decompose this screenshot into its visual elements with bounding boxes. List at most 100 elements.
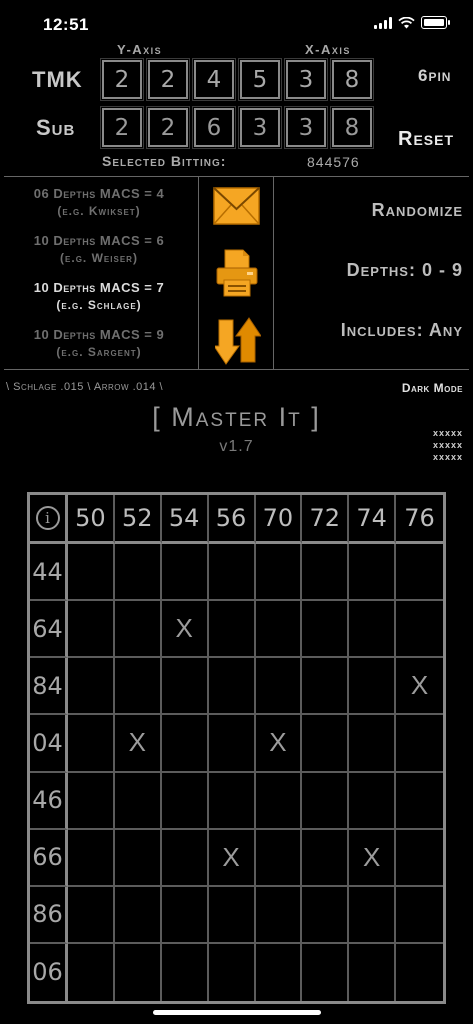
- tmk-cell-3[interactable]: 4: [192, 58, 236, 101]
- grid-cell[interactable]: [302, 658, 350, 716]
- grid-row-header: 84: [30, 658, 68, 716]
- grid-cell[interactable]: [396, 773, 443, 830]
- randomize-button[interactable]: Randomize: [372, 200, 463, 221]
- sub-cell-1[interactable]: 2: [100, 106, 144, 149]
- grid-cell[interactable]: [68, 943, 115, 1001]
- dark-mode-toggle[interactable]: Dark Mode: [402, 381, 463, 395]
- grid-cell-marked[interactable]: X: [161, 601, 209, 659]
- tmk-cell-5[interactable]: 3: [284, 58, 328, 101]
- grid-cell[interactable]: [396, 830, 443, 887]
- grid-cell[interactable]: [161, 544, 209, 602]
- grid-cell[interactable]: [349, 715, 397, 773]
- includes-button[interactable]: Includes: Any: [341, 320, 463, 341]
- grid-column-header: 54: [161, 495, 209, 544]
- grid-cell-marked[interactable]: X: [208, 829, 256, 887]
- grid-cell-marked[interactable]: X: [114, 715, 162, 773]
- grid-cell[interactable]: [396, 544, 443, 602]
- grid-cell[interactable]: [208, 544, 256, 602]
- grid-cell[interactable]: [349, 601, 397, 659]
- grid-cell[interactable]: [208, 772, 256, 830]
- option-schlage[interactable]: 10 Depths MACS = 7 (e.g. Schlage): [0, 280, 198, 312]
- home-indicator[interactable]: [153, 1010, 321, 1015]
- grid-row-header: 06: [30, 943, 68, 1001]
- grid-cell[interactable]: [68, 772, 115, 830]
- grid-cell[interactable]: [68, 829, 115, 887]
- grid-cell[interactable]: [302, 829, 350, 887]
- grid-cell[interactable]: [161, 658, 209, 716]
- sub-cell-2[interactable]: 2: [146, 106, 190, 149]
- grid-cell-marked[interactable]: X: [255, 715, 303, 773]
- grid-cell[interactable]: [68, 601, 115, 659]
- xxxxx-line-2: xxxxx: [432, 440, 463, 450]
- grid-cell[interactable]: [302, 943, 350, 1001]
- grid-cell[interactable]: [68, 658, 115, 716]
- printer-icon[interactable]: [215, 248, 259, 298]
- pin-count-button[interactable]: 6pin: [418, 66, 451, 86]
- grid-row-header: 44: [30, 544, 68, 602]
- grid-cell[interactable]: [255, 601, 303, 659]
- x-axis-label: X-Axis: [305, 42, 351, 57]
- grid-cell[interactable]: [114, 601, 162, 659]
- grid-cell[interactable]: [115, 943, 162, 1001]
- grid-cell[interactable]: [161, 715, 209, 773]
- reset-button[interactable]: Reset: [398, 128, 454, 151]
- grid-cell[interactable]: [68, 886, 115, 944]
- grid-cell[interactable]: [208, 886, 256, 944]
- tmk-cell-1[interactable]: 2: [100, 58, 144, 101]
- grid-cell-marked[interactable]: X: [396, 658, 443, 716]
- grid-cell[interactable]: [114, 772, 162, 830]
- grid-cell[interactable]: [255, 829, 303, 887]
- grid-cell[interactable]: [255, 544, 303, 602]
- grid-cell[interactable]: [161, 772, 209, 830]
- sub-cell-5[interactable]: 3: [284, 106, 328, 149]
- envelope-icon[interactable]: [213, 186, 260, 226]
- grid-cell[interactable]: [256, 943, 303, 1001]
- grid-cell[interactable]: [68, 544, 115, 602]
- option-kwikset[interactable]: 06 Depths MACS = 4 (e.g. Kwikset): [0, 186, 198, 218]
- tmk-cell-6[interactable]: 8: [330, 58, 374, 101]
- sub-cell-3[interactable]: 6: [192, 106, 236, 149]
- grid-cell[interactable]: [396, 944, 443, 1001]
- grid-cell-marked[interactable]: X: [349, 829, 397, 887]
- grid-cell[interactable]: [302, 715, 350, 773]
- depths-button[interactable]: Depths: 0 - 9: [347, 260, 463, 281]
- divider-left: [198, 176, 199, 370]
- grid-cell[interactable]: [255, 658, 303, 716]
- grid-cell[interactable]: [208, 658, 256, 716]
- sub-cell-4[interactable]: 3: [238, 106, 282, 149]
- grid-cell[interactable]: [161, 886, 209, 944]
- grid-cell[interactable]: [302, 544, 350, 602]
- grid-cell[interactable]: [255, 772, 303, 830]
- grid-cell[interactable]: [114, 544, 162, 602]
- grid-cell[interactable]: [208, 715, 256, 773]
- info-icon[interactable]: i: [35, 506, 60, 530]
- grid-cell[interactable]: [349, 943, 397, 1001]
- grid-cell[interactable]: [349, 772, 397, 830]
- grid-cell[interactable]: [396, 715, 443, 773]
- grid-cell[interactable]: [114, 829, 162, 887]
- grid-cell[interactable]: [161, 829, 209, 887]
- grid-cell[interactable]: [162, 943, 209, 1001]
- grid-cell[interactable]: [349, 544, 397, 602]
- tmk-cell-4[interactable]: 5: [238, 58, 282, 101]
- grid-cell[interactable]: [349, 658, 397, 716]
- grid-column-header: 74: [349, 495, 397, 544]
- grid-cell[interactable]: [68, 715, 115, 773]
- option-sargent[interactable]: 10 Depths MACS = 9 (e.g. Sargent): [0, 327, 198, 359]
- grid-cell[interactable]: [302, 772, 350, 830]
- grid-cell[interactable]: [396, 887, 443, 944]
- grid-cell[interactable]: [114, 658, 162, 716]
- grid-row-header: 46: [30, 772, 68, 830]
- sub-cell-6[interactable]: 8: [330, 106, 374, 149]
- grid-cell[interactable]: [208, 601, 256, 659]
- grid-cell[interactable]: [209, 943, 256, 1001]
- grid-cell[interactable]: [349, 886, 397, 944]
- tmk-cell-2[interactable]: 2: [146, 58, 190, 101]
- grid-cell[interactable]: [396, 601, 443, 659]
- swap-arrows-icon[interactable]: [215, 316, 261, 366]
- grid-cell[interactable]: [302, 886, 350, 944]
- grid-cell[interactable]: [302, 601, 350, 659]
- option-weiser[interactable]: 10 Depths MACS = 6 (e.g. Weiser): [0, 233, 198, 265]
- grid-cell[interactable]: [114, 886, 162, 944]
- grid-cell[interactable]: [255, 886, 303, 944]
